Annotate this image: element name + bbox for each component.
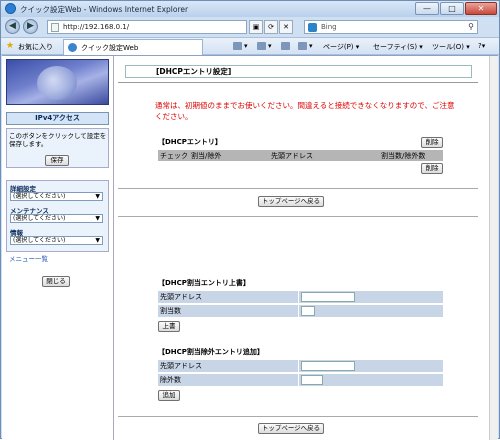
- exclude-start-address-input[interactable]: [301, 361, 355, 371]
- exclude-count-input[interactable]: [301, 375, 323, 385]
- top-page-button-bottom[interactable]: トップページへ戻る: [258, 423, 324, 434]
- menu-panel: 詳細設定 (選択してください) ▼ メンテナンス (選択してください) ▼ 情報 (…: [6, 180, 109, 252]
- info-select[interactable]: (選択してください) ▼: [10, 236, 103, 245]
- tab-label: クイック設定Web: [81, 44, 139, 52]
- mail-icon[interactable]: [281, 42, 292, 50]
- divider: [118, 216, 478, 217]
- save-button[interactable]: 保存: [45, 155, 69, 166]
- tab-quick-setup[interactable]: クイック設定Web: [63, 39, 203, 55]
- search-icon[interactable]: ⚲: [468, 22, 474, 31]
- overwrite-start-address-cell: [299, 291, 443, 303]
- address-bar: ◀ ▶ http://192.168.0.1/ ▣ ⟳ ✕ Bing ⚲: [1, 17, 499, 37]
- save-description: このボタンをクリックして設定を保存します。: [9, 132, 107, 148]
- favorites-bar: ★ お気に入り クイック設定Web ▾ ▾ ▾ ページ(P) ▾ セーフティ(S…: [1, 37, 499, 55]
- page-title: [DHCPエントリ設定]: [125, 65, 472, 78]
- compatibility-icon[interactable]: ▣: [249, 20, 263, 34]
- overwrite-start-address-input[interactable]: [301, 292, 355, 302]
- bing-icon: [308, 23, 317, 32]
- delete-button-top[interactable]: 削除: [421, 137, 443, 148]
- safety-menu[interactable]: セーフティ(S) ▾: [373, 42, 423, 52]
- entries-title: 【DHCPエントリ】: [158, 138, 222, 146]
- overwrite-count-label: 割当数: [158, 305, 298, 317]
- add-button[interactable]: 追加: [158, 390, 180, 401]
- title-bar: クイック設定Web - Windows Internet Explorer — …: [1, 1, 499, 17]
- advanced-select[interactable]: (選択してください) ▼: [10, 192, 103, 201]
- search-input[interactable]: Bing ⚲: [304, 20, 478, 34]
- tab-page-icon: [68, 43, 77, 52]
- warning-notice: 通常は、初期値のままでお使いください。間違えると接続できなくなりますので、ご注意…: [155, 101, 455, 121]
- logo-banner: [6, 59, 109, 105]
- overwrite-title: 【DHCP割当エントリ上書】: [158, 279, 250, 287]
- entries-table-header: チェック 割当/除外 先頭アドレス 割当数/除外数: [158, 150, 443, 161]
- exclude-count-cell: [299, 374, 443, 386]
- minimize-button[interactable]: —: [415, 2, 439, 15]
- forward-button[interactable]: ▶: [23, 19, 38, 34]
- window-title: クイック設定Web - Windows Internet Explorer: [20, 5, 189, 14]
- maintenance-select-value: (選択してください): [13, 215, 66, 222]
- overwrite-count-cell: [299, 305, 443, 317]
- divider: [118, 416, 478, 417]
- chevron-down-icon: ▼: [95, 237, 100, 244]
- feeds-icon[interactable]: ▾: [257, 42, 272, 50]
- page-menu[interactable]: ページ(P) ▾: [323, 42, 359, 52]
- back-button[interactable]: ◀: [5, 19, 20, 34]
- divider: [118, 188, 478, 189]
- favorites-star-icon[interactable]: ★: [6, 41, 14, 51]
- browser-window: クイック設定Web - Windows Internet Explorer — …: [0, 0, 500, 440]
- close-page-button[interactable]: 閉じる: [42, 276, 70, 287]
- overwrite-button[interactable]: 上書: [158, 321, 180, 332]
- left-frame: IPv4アクセス このボタンをクリックして設定を保存します。 保存 詳細設定 (…: [2, 56, 114, 440]
- chevron-down-icon: ▼: [95, 193, 100, 200]
- right-frame: [DHCPエントリ設定] 通常は、初期値のままでお使いください。間違えると接続で…: [115, 56, 498, 440]
- url-field[interactable]: http://192.168.0.1/: [47, 20, 247, 34]
- page-content: IPv4アクセス このボタンをクリックして設定を保存します。 保存 詳細設定 (…: [2, 55, 498, 440]
- favorites-button[interactable]: お気に入り: [18, 42, 53, 52]
- exclude-start-address-cell: [299, 360, 443, 372]
- print-icon[interactable]: ▾: [298, 42, 313, 50]
- ie-logo-icon: [5, 3, 16, 14]
- delete-button-bottom[interactable]: 削除: [421, 163, 443, 174]
- exclude-title: 【DHCP割当除外エントリ追加】: [158, 348, 264, 356]
- menu-list-link[interactable]: メニュー一覧: [9, 253, 48, 263]
- page-icon: [51, 23, 59, 32]
- advanced-select-value: (選択してください): [13, 193, 66, 200]
- col-check: チェック: [160, 152, 188, 160]
- info-select-value: (選択してください): [13, 237, 66, 244]
- url-text: http://192.168.0.1/: [63, 23, 130, 31]
- overwrite-count-input[interactable]: [301, 306, 315, 316]
- overwrite-start-address-label: 先頭アドレス: [158, 291, 298, 303]
- col-count: 割当数/除外数: [381, 152, 426, 160]
- col-start-address: 先頭アドレス: [271, 152, 313, 160]
- maintenance-select[interactable]: (選択してください) ▼: [10, 214, 103, 223]
- vertical-scrollbar[interactable]: [489, 56, 498, 440]
- refresh-icon[interactable]: ⟳: [264, 20, 278, 34]
- help-menu[interactable]: ?▾: [478, 42, 485, 50]
- save-panel: このボタンをクリックして設定を保存します。 保存: [6, 128, 109, 168]
- exclude-count-label: 除外数: [158, 374, 298, 386]
- top-page-button[interactable]: トップページへ戻る: [258, 196, 324, 207]
- divider: [118, 82, 478, 83]
- maximize-button[interactable]: □: [440, 2, 464, 15]
- chevron-down-icon: ▼: [95, 215, 100, 222]
- col-type: 割当/除外: [191, 152, 222, 160]
- tools-menu[interactable]: ツール(O) ▾: [432, 42, 470, 52]
- stop-icon[interactable]: ✕: [279, 20, 293, 34]
- home-icon[interactable]: ▾: [233, 42, 248, 50]
- exclude-start-address-label: 先頭アドレス: [158, 360, 298, 372]
- globe-graphic: [37, 66, 77, 100]
- close-button[interactable]: ✕: [465, 2, 497, 15]
- search-placeholder: Bing: [321, 23, 337, 31]
- ipv4-access-label: IPv4アクセス: [6, 112, 109, 125]
